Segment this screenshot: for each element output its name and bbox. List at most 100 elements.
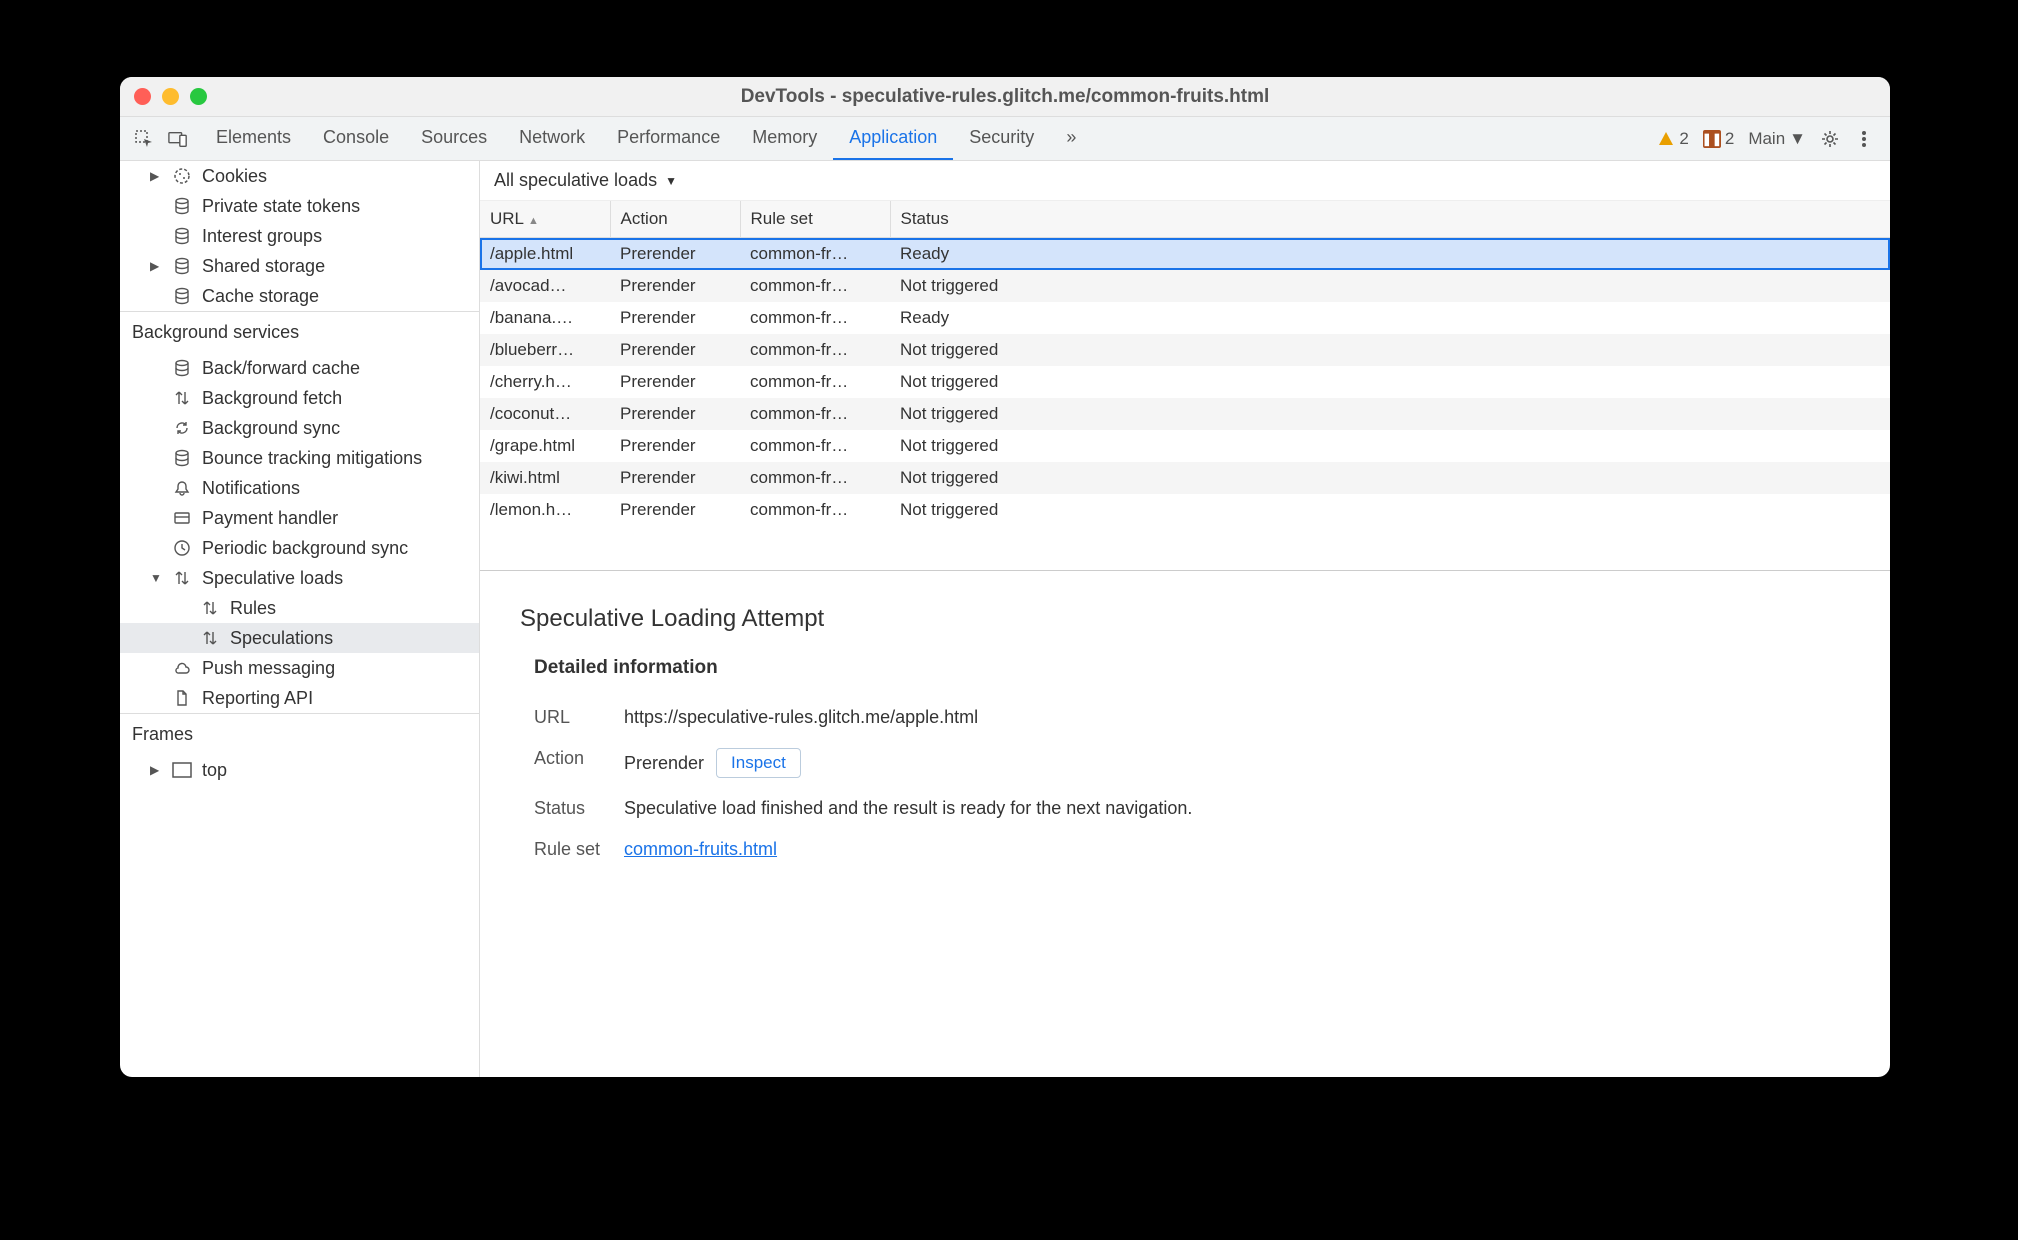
col-header-ruleset[interactable]: Rule set <box>740 201 890 238</box>
issues-badge[interactable]: ❚❚ 2 <box>1703 129 1734 149</box>
table-row[interactable]: /avocad…Prerendercommon-fr…Not triggered <box>480 270 1890 302</box>
titlebar: DevTools - speculative-rules.glitch.me/c… <box>120 77 1890 117</box>
speculations-table: URL▲ Action Rule set Status /apple.htmlP… <box>480 201 1890 571</box>
sidebar-item-label: Speculations <box>230 628 333 649</box>
tab-memory[interactable]: Memory <box>736 117 833 160</box>
minimize-window-button[interactable] <box>162 88 179 105</box>
sidebar-item-interest-groups[interactable]: Interest groups <box>120 221 479 251</box>
cell-status: Not triggered <box>890 270 1890 302</box>
table-row[interactable]: /blueberr…Prerendercommon-fr…Not trigger… <box>480 334 1890 366</box>
panel-tabs: Elements Console Sources Network Perform… <box>200 117 1092 160</box>
tab-sources[interactable]: Sources <box>405 117 503 160</box>
detail-status-label: Status <box>534 798 604 819</box>
cell-ruleset: common-fr… <box>740 430 890 462</box>
table-row[interactable]: /cherry.h…Prerendercommon-fr…Not trigger… <box>480 366 1890 398</box>
tab-elements[interactable]: Elements <box>200 117 307 160</box>
arrows-icon <box>172 388 192 408</box>
chevron-right-icon: ▶ <box>150 169 162 183</box>
detail-ruleset-link[interactable]: common-fruits.html <box>624 839 777 860</box>
detail-action-label: Action <box>534 748 604 778</box>
context-selector[interactable]: Main ▼ <box>1748 129 1806 149</box>
table-row[interactable]: /banana.…Prerendercommon-fr…Ready <box>480 302 1890 334</box>
sidebar-item-push-messaging[interactable]: Push messaging <box>120 653 479 683</box>
sidebar-item-speculative-loads[interactable]: ▼ Speculative loads <box>120 563 479 593</box>
filter-label: All speculative loads <box>494 170 657 191</box>
arrows-icon <box>200 598 220 618</box>
sidebar-item-label: Background fetch <box>202 388 342 409</box>
table-row[interactable]: /grape.htmlPrerendercommon-fr…Not trigge… <box>480 430 1890 462</box>
cell-url: /cherry.h… <box>480 366 610 398</box>
window-title: DevTools - speculative-rules.glitch.me/c… <box>120 86 1890 108</box>
col-header-status[interactable]: Status <box>890 201 1890 238</box>
cell-ruleset: common-fr… <box>740 302 890 334</box>
cell-status: Not triggered <box>890 366 1890 398</box>
tab-console[interactable]: Console <box>307 117 405 160</box>
tab-security[interactable]: Security <box>953 117 1050 160</box>
sidebar-item-background-sync[interactable]: Background sync <box>120 413 479 443</box>
sidebar-item-notifications[interactable]: Notifications <box>120 473 479 503</box>
sync-icon <box>172 418 192 438</box>
clock-icon <box>172 538 192 558</box>
col-header-url[interactable]: URL▲ <box>480 201 610 238</box>
maximize-window-button[interactable] <box>190 88 207 105</box>
close-window-button[interactable] <box>134 88 151 105</box>
doc-icon <box>172 688 192 708</box>
sidebar-item-label: Interest groups <box>202 226 322 247</box>
sidebar-item-back-forward-cache[interactable]: Back/forward cache <box>120 353 479 383</box>
sidebar-item-bounce-tracking-mitigations[interactable]: Bounce tracking mitigations <box>120 443 479 473</box>
sidebar-item-label: Push messaging <box>202 658 335 679</box>
table-row[interactable]: /lemon.h…Prerendercommon-fr…Not triggere… <box>480 494 1890 526</box>
sidebar-group-background: Background services <box>120 311 479 353</box>
sidebar-item-label: Speculative loads <box>202 568 343 589</box>
sidebar-item-speculations[interactable]: Speculations <box>120 623 479 653</box>
cell-url: /avocad… <box>480 270 610 302</box>
issues-count: 2 <box>1725 129 1734 149</box>
cell-status: Not triggered <box>890 430 1890 462</box>
tab-network[interactable]: Network <box>503 117 601 160</box>
sidebar-item-cookies[interactable]: ▶Cookies <box>120 161 479 191</box>
sidebar-item-label: Reporting API <box>202 688 313 709</box>
chevron-down-icon: ▼ <box>150 571 162 585</box>
table-row[interactable]: /kiwi.htmlPrerendercommon-fr…Not trigger… <box>480 462 1890 494</box>
col-header-action[interactable]: Action <box>610 201 740 238</box>
cell-ruleset: common-fr… <box>740 494 890 526</box>
sidebar-item-periodic-background-sync[interactable]: Periodic background sync <box>120 533 479 563</box>
inspect-element-icon[interactable] <box>134 129 154 149</box>
tab-performance[interactable]: Performance <box>601 117 736 160</box>
filter-dropdown[interactable]: All speculative loads ▼ <box>494 170 677 191</box>
sidebar-item-label: Background sync <box>202 418 340 439</box>
cell-url: /kiwi.html <box>480 462 610 494</box>
sidebar-item-reporting-api[interactable]: Reporting API <box>120 683 479 713</box>
tabs-overflow[interactable]: » <box>1050 117 1092 160</box>
db-icon <box>172 286 192 306</box>
sidebar-item-background-fetch[interactable]: Background fetch <box>120 383 479 413</box>
cell-action: Prerender <box>610 494 740 526</box>
frame-icon <box>172 760 192 780</box>
sidebar-item-rules[interactable]: Rules <box>120 593 479 623</box>
sidebar-item-private-state-tokens[interactable]: Private state tokens <box>120 191 479 221</box>
sidebar-item-top[interactable]: ▶top <box>120 755 479 785</box>
gear-icon[interactable] <box>1820 129 1840 149</box>
main-area: ▶CookiesPrivate state tokens Interest gro… <box>120 161 1890 1077</box>
cell-action: Prerender <box>610 302 740 334</box>
cell-action: Prerender <box>610 430 740 462</box>
cell-status: Not triggered <box>890 494 1890 526</box>
sidebar-item-shared-storage[interactable]: ▶Shared storage <box>120 251 479 281</box>
arrows-icon <box>200 628 220 648</box>
cloud-icon <box>172 658 192 678</box>
table-row[interactable]: /coconut…Prerendercommon-fr…Not triggere… <box>480 398 1890 430</box>
sidebar-item-cache-storage[interactable]: Cache storage <box>120 281 479 311</box>
device-toggle-icon[interactable] <box>168 129 188 149</box>
chevron-down-icon: ▼ <box>665 174 677 188</box>
kebab-menu-icon[interactable] <box>1854 129 1874 149</box>
warning-icon <box>1657 130 1675 148</box>
cell-url: /banana.… <box>480 302 610 334</box>
inspect-button[interactable]: Inspect <box>716 748 801 778</box>
cell-url: /blueberr… <box>480 334 610 366</box>
tab-application[interactable]: Application <box>833 117 953 160</box>
table-row[interactable]: /apple.htmlPrerendercommon-fr…Ready <box>480 238 1890 271</box>
content-pane: All speculative loads ▼ URL▲ Action Rule… <box>480 161 1890 1077</box>
sidebar-item-payment-handler[interactable]: Payment handler <box>120 503 479 533</box>
warnings-badge[interactable]: 2 <box>1657 129 1688 149</box>
cell-status: Not triggered <box>890 398 1890 430</box>
